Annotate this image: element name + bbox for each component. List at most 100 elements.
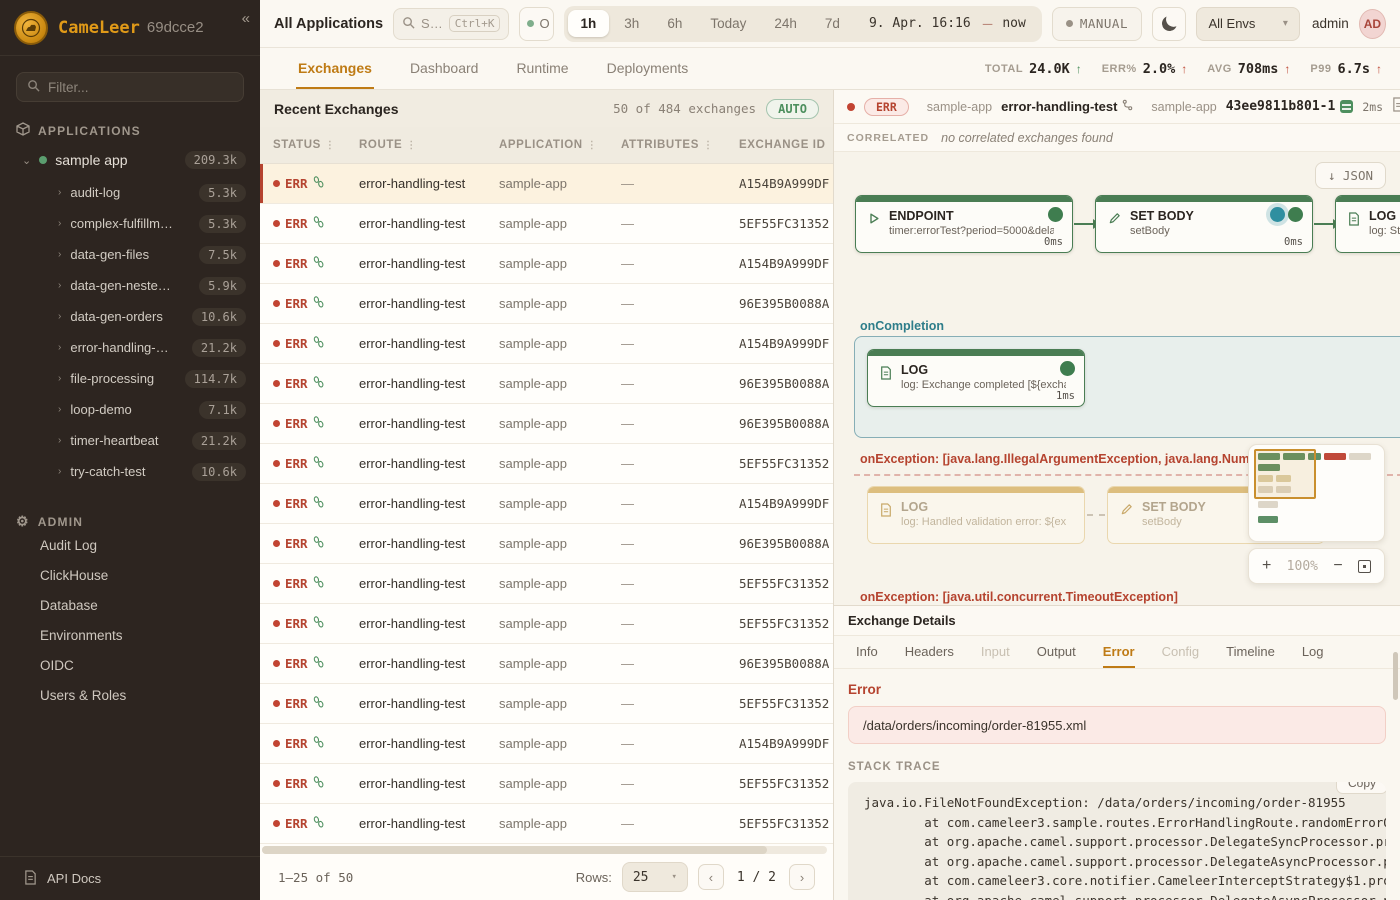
sidebar-route-item[interactable]: › file-processing 114.7k — [0, 363, 260, 394]
copy-button[interactable]: Copy — [1336, 782, 1386, 794]
node-endpoint[interactable]: ENDPOINT timer:errorTest?period=5000&del… — [855, 195, 1073, 253]
vertical-scrollbar[interactable] — [1393, 652, 1398, 700]
table-row[interactable]: ERR error-handling-test sample-app — 96E… — [260, 284, 833, 324]
sort-icon[interactable]: ⋮ — [587, 140, 598, 151]
chevron-right-icon[interactable]: › — [58, 280, 61, 291]
table-row[interactable]: ERR error-handling-test sample-app — A15… — [260, 484, 833, 524]
rows-per-page-select[interactable]: 25 ▾ — [622, 862, 688, 892]
details-tab[interactable]: Input — [981, 636, 1010, 668]
chevron-right-icon[interactable]: › — [58, 404, 61, 415]
environment-selector[interactable]: All Envs ▾ — [1196, 7, 1299, 41]
node-completion-log[interactable]: LOG log: Exchange completed [${exchan 1m… — [867, 349, 1085, 407]
time-range-option[interactable]: 7d — [812, 10, 853, 37]
chevron-right-icon[interactable]: › — [58, 187, 61, 198]
time-range-start[interactable]: 9. Apr. 16:16 — [855, 16, 977, 31]
detail-exchange-id[interactable]: 43ee9811b801-1 — [1226, 99, 1354, 114]
details-tab[interactable]: Output — [1037, 636, 1076, 668]
table-row[interactable]: ERR error-handling-test sample-app — 5EF… — [260, 604, 833, 644]
details-tab[interactable]: Error — [1103, 636, 1135, 668]
sidebar-admin-item[interactable]: OIDC — [0, 650, 260, 680]
avatar[interactable]: AD — [1359, 9, 1386, 39]
chevron-right-icon[interactable]: › — [58, 311, 61, 322]
nav-tab[interactable]: Dashboard — [408, 48, 481, 89]
table-row[interactable]: ERR error-handling-test sample-app — 96E… — [260, 644, 833, 684]
sidebar-route-item[interactable]: › timer-heartbeat 21.2k — [0, 425, 260, 456]
sidebar-admin-item[interactable]: Audit Log — [0, 530, 260, 560]
next-page-button[interactable]: › — [789, 864, 815, 890]
column-header[interactable]: EXCHANGE ID⋮ — [726, 139, 833, 151]
table-row[interactable]: ERR error-handling-test sample-app — 96E… — [260, 364, 833, 404]
sidebar-collapse-icon[interactable]: « — [242, 10, 250, 27]
dark-mode-toggle[interactable] — [1152, 7, 1187, 41]
sidebar-admin-item[interactable]: Environments — [0, 620, 260, 650]
details-tab[interactable]: Headers — [905, 636, 954, 668]
table-row[interactable]: ERR error-handling-test sample-app — A15… — [260, 324, 833, 364]
zoom-out-button[interactable]: − — [1333, 557, 1342, 575]
sidebar-admin-item[interactable]: Database — [0, 590, 260, 620]
sidebar-item-sample-app[interactable]: ⌄ sample app 209.3k — [0, 143, 260, 177]
sort-icon[interactable]: ⋮ — [325, 140, 336, 151]
column-header[interactable]: ATTRIBUTES⋮ — [608, 139, 726, 151]
chevron-right-icon[interactable]: › — [58, 373, 61, 384]
time-range-option[interactable]: 1h — [568, 10, 610, 37]
table-row[interactable]: ERR error-handling-test sample-app — 96E… — [260, 524, 833, 564]
nav-tab[interactable]: Runtime — [514, 48, 570, 89]
sort-icon[interactable]: ⋮ — [406, 140, 417, 151]
table-row[interactable]: ERR error-handling-test sample-app — 5EF… — [260, 564, 833, 604]
sidebar-route-item[interactable]: › complex-fulfillm… 5.3k — [0, 208, 260, 239]
column-header[interactable]: ROUTE⋮ — [346, 139, 486, 151]
sort-icon[interactable]: ⋮ — [703, 140, 714, 151]
time-range-end[interactable]: now — [998, 16, 1037, 31]
chevron-right-icon[interactable]: › — [58, 342, 61, 353]
table-row[interactable]: ERR error-handling-test sample-app — 5EF… — [260, 764, 833, 804]
minimap-viewport[interactable] — [1254, 449, 1316, 499]
sidebar-route-item[interactable]: › data-gen-orders 10.6k — [0, 301, 260, 332]
horizontal-scrollbar[interactable] — [262, 846, 827, 854]
zoom-in-button[interactable]: + — [1262, 557, 1271, 575]
online-status-button[interactable]: O — [519, 7, 553, 41]
node-set-body[interactable]: SET BODY setBody 0ms — [1095, 195, 1313, 253]
download-json-button[interactable]: ↓ JSON — [1315, 162, 1386, 189]
chevron-right-icon[interactable]: › — [58, 218, 61, 229]
table-row[interactable]: ERR error-handling-test sample-app — 5EF… — [260, 204, 833, 244]
document-icon[interactable] — [1392, 97, 1400, 117]
column-header[interactable]: STATUS⋮ — [260, 139, 346, 151]
column-header[interactable]: APPLICATION⋮ — [486, 139, 608, 151]
sidebar-item-api-docs[interactable]: API Docs — [0, 856, 260, 900]
sort-icon[interactable]: ⋮ — [829, 140, 833, 151]
fit-view-button[interactable] — [1358, 560, 1371, 573]
route-diagram-canvas[interactable]: ↓ JSON ENDPOINT timer:errorTest?period=5… — [834, 152, 1400, 605]
table-row[interactable]: ERR error-handling-test sample-app — 5EF… — [260, 444, 833, 484]
sidebar-filter-input[interactable]: Filter... — [16, 72, 244, 102]
global-search-input[interactable]: S… Ctrl+K — [393, 8, 509, 40]
auto-refresh-badge[interactable]: AUTO — [766, 99, 819, 119]
details-tab[interactable]: Timeline — [1226, 636, 1275, 668]
sidebar-admin-item[interactable]: Users & Roles — [0, 680, 260, 710]
table-row[interactable]: ERR error-handling-test sample-app — A15… — [260, 164, 833, 204]
chevron-right-icon[interactable]: › — [58, 249, 61, 260]
details-tab[interactable]: Config — [1162, 636, 1200, 668]
time-range-option[interactable]: 6h — [654, 10, 695, 37]
sidebar-route-item[interactable]: › audit-log 5.3k — [0, 177, 260, 208]
sidebar-route-item[interactable]: › loop-demo 7.1k — [0, 394, 260, 425]
sidebar-route-item[interactable]: › data-gen-neste… 5.9k — [0, 270, 260, 301]
manual-refresh-button[interactable]: MANUAL — [1052, 7, 1142, 41]
detail-route-name[interactable]: error-handling-test — [1001, 99, 1133, 114]
time-range-option[interactable]: 3h — [611, 10, 652, 37]
sidebar-route-item[interactable]: › try-catch-test 10.6k — [0, 456, 260, 487]
time-range-option[interactable]: Today — [697, 10, 759, 37]
table-row[interactable]: ERR error-handling-test sample-app — 5EF… — [260, 684, 833, 724]
chevron-down-icon[interactable]: ⌄ — [22, 154, 31, 167]
details-tab[interactable]: Info — [856, 636, 878, 668]
details-tab[interactable]: Log — [1302, 636, 1324, 668]
node-exception-log[interactable]: LOG log: Handled validation error: ${exc… — [867, 486, 1085, 544]
sidebar-admin-item[interactable]: ClickHouse — [0, 560, 260, 590]
nav-tab[interactable]: Exchanges — [296, 48, 374, 89]
scrollbar-thumb[interactable] — [262, 846, 767, 854]
sidebar-route-item[interactable]: › error-handling-… 21.2k — [0, 332, 260, 363]
node-log[interactable]: LOG log: Sta — [1335, 195, 1400, 253]
table-row[interactable]: ERR error-handling-test sample-app — A15… — [260, 244, 833, 284]
nav-tab[interactable]: Deployments — [605, 48, 691, 89]
sidebar-route-item[interactable]: › data-gen-files 7.5k — [0, 239, 260, 270]
chevron-right-icon[interactable]: › — [58, 435, 61, 446]
